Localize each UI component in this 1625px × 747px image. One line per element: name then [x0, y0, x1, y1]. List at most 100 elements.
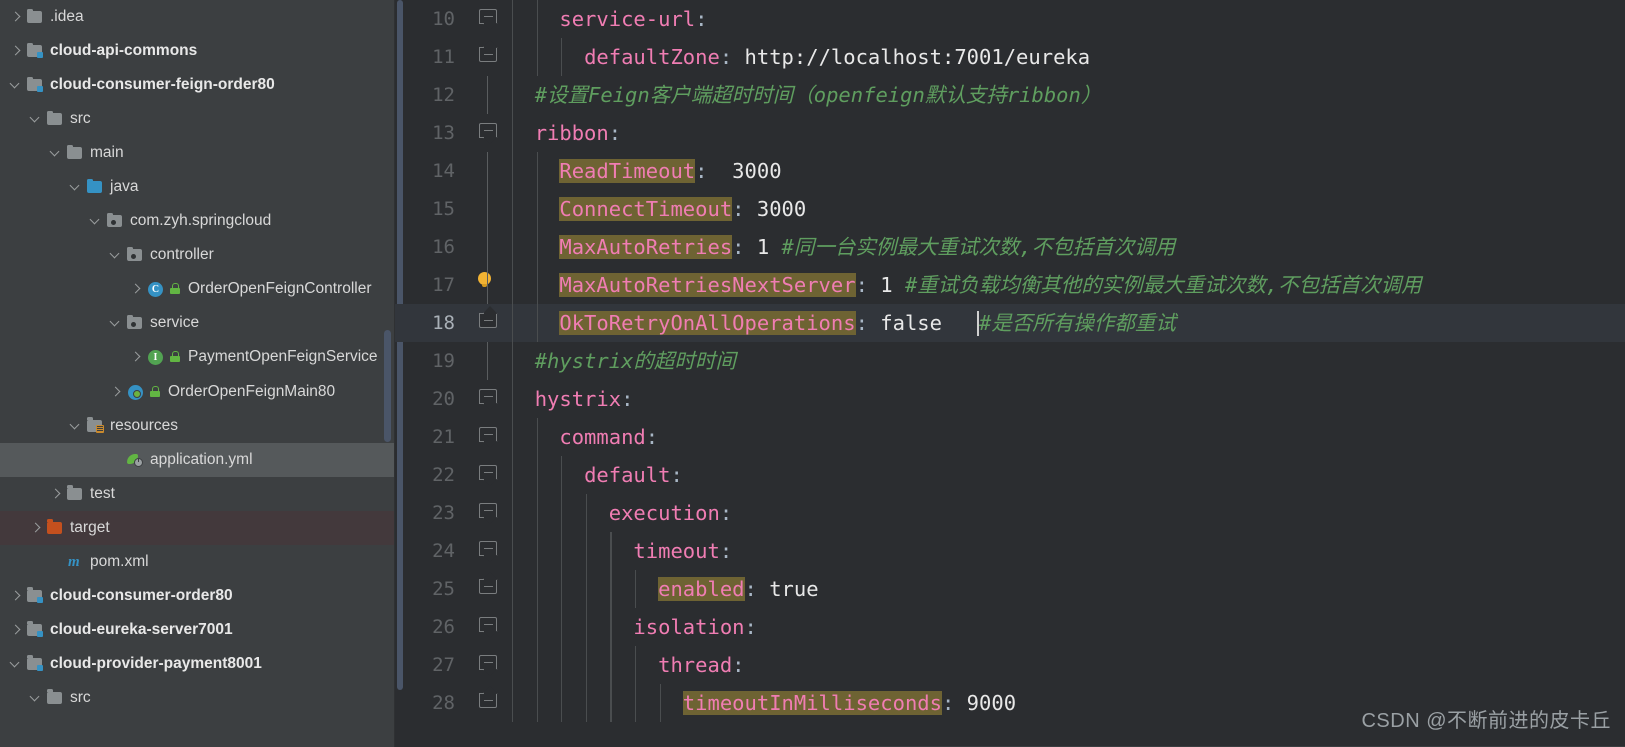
tree-item-main[interactable]: main — [0, 136, 395, 170]
chevron-down-icon[interactable] — [28, 690, 44, 706]
fold-gutter[interactable] — [465, 228, 510, 266]
tree-item-cloud-api-commons[interactable]: cloud-api-commons — [0, 34, 395, 68]
code-line-22[interactable]: 22 default: — [395, 456, 1625, 494]
code-text[interactable]: ReadTimeout: 3000 — [510, 152, 1625, 190]
code-text[interactable]: ConnectTimeout: 3000 — [510, 190, 1625, 228]
intention-bulb-icon[interactable] — [478, 272, 491, 287]
tree-item-paymentopenfeignservice[interactable]: I PaymentOpenFeignService — [0, 340, 395, 374]
fold-gutter[interactable] — [465, 190, 510, 228]
fold-marker-open[interactable] — [479, 389, 497, 404]
fold-marker-end[interactable] — [479, 693, 497, 708]
code-text[interactable]: defaultZone: http://localhost:7001/eurek… — [510, 38, 1625, 76]
fold-marker-open[interactable] — [479, 9, 497, 24]
code-line-17[interactable]: 17 MaxAutoRetriesNextServer: 1 #重试负载均衡其他… — [395, 266, 1625, 304]
chevron-down-icon[interactable] — [8, 656, 24, 672]
editor-area[interactable]: 10 service-url: 11 defaultZone: http://lo… — [395, 0, 1625, 747]
code-text[interactable]: default: — [510, 456, 1625, 494]
code-text[interactable]: #设置Feign客户端超时时间（openfeign默认支持ribbon） — [510, 76, 1625, 114]
chevron-right-icon[interactable] — [28, 520, 44, 536]
fold-gutter[interactable] — [465, 646, 510, 684]
chevron-right-icon[interactable] — [8, 588, 24, 604]
chevron-right-icon[interactable] — [8, 43, 24, 59]
code-text[interactable]: isolation: — [510, 608, 1625, 646]
tree-item-test[interactable]: test — [0, 477, 395, 511]
code-text[interactable]: command: — [510, 418, 1625, 456]
fold-gutter[interactable] — [465, 380, 510, 418]
code-line-21[interactable]: 21 command: — [395, 418, 1625, 456]
fold-marker-open[interactable] — [479, 655, 497, 670]
tree-item-service[interactable]: service — [0, 306, 395, 340]
fold-gutter[interactable] — [465, 266, 510, 304]
code-line-12[interactable]: 12 #设置Feign客户端超时时间（openfeign默认支持ribbon） — [395, 76, 1625, 114]
fold-gutter[interactable] — [465, 304, 510, 342]
tree-item-target[interactable]: target — [0, 510, 395, 545]
chevron-down-icon[interactable] — [28, 111, 44, 127]
fold-marker-end[interactable] — [479, 313, 497, 328]
code-text[interactable]: hystrix: — [510, 380, 1625, 418]
code-text[interactable]: MaxAutoRetriesNextServer: 1 #重试负载均衡其他的实例… — [510, 266, 1625, 304]
code-text[interactable]: OkToRetryOnAllOperations: false #是否所有操作都… — [510, 304, 1625, 342]
code-line-14[interactable]: 14 ReadTimeout: 3000 — [395, 152, 1625, 190]
fold-gutter[interactable] — [465, 608, 510, 646]
tree-item-orderopenfeigncontroller[interactable]: C OrderOpenFeignController — [0, 272, 395, 306]
tree-item-cloud-eureka-server7001[interactable]: cloud-eureka-server7001 — [0, 613, 395, 647]
code-line-10[interactable]: 10 service-url: — [395, 0, 1625, 38]
fold-gutter[interactable] — [465, 570, 510, 608]
chevron-down-icon[interactable] — [68, 179, 84, 195]
fold-gutter[interactable] — [465, 418, 510, 456]
fold-marker-open[interactable] — [479, 541, 497, 556]
fold-gutter[interactable] — [465, 532, 510, 570]
code-line-27[interactable]: 27 thread: — [395, 646, 1625, 684]
code-text[interactable]: enabled: true — [510, 570, 1625, 608]
code-text[interactable]: #hystrix的超时时间 — [510, 342, 1625, 380]
fold-marker-open[interactable] — [479, 617, 497, 632]
chevron-right-icon[interactable] — [108, 384, 124, 400]
chevron-down-icon[interactable] — [8, 77, 24, 93]
project-tree-scrollbar[interactable] — [384, 330, 391, 442]
code-text[interactable]: execution: — [510, 494, 1625, 532]
fold-marker-open[interactable] — [479, 503, 497, 518]
tree-item-orderopenfeignmain80[interactable]: OrderOpenFeignMain80 — [0, 375, 395, 409]
tree-item-controller[interactable]: controller — [0, 238, 395, 272]
code-line-24[interactable]: 24 timeout: — [395, 532, 1625, 570]
fold-marker-open[interactable] — [479, 427, 497, 442]
code-line-16[interactable]: 16 MaxAutoRetries: 1 #同一台实例最大重试次数,不包括首次调… — [395, 228, 1625, 266]
fold-gutter[interactable] — [465, 494, 510, 532]
code-line-19[interactable]: 19 #hystrix的超时时间 — [395, 342, 1625, 380]
chevron-right-icon[interactable] — [128, 281, 144, 297]
tree-item-src[interactable]: src — [0, 681, 395, 715]
chevron-right-icon[interactable] — [128, 349, 144, 365]
fold-gutter[interactable] — [465, 456, 510, 494]
chevron-down-icon[interactable] — [88, 213, 104, 229]
fold-gutter[interactable] — [465, 342, 510, 380]
chevron-right-icon[interactable] — [8, 9, 24, 25]
tree-item-src[interactable]: src — [0, 102, 395, 136]
fold-gutter[interactable] — [465, 38, 510, 76]
code-line-25[interactable]: 25 enabled: true — [395, 570, 1625, 608]
code-text[interactable]: timeout: — [510, 532, 1625, 570]
fold-marker-open[interactable] — [479, 465, 497, 480]
code-line-11[interactable]: 11 defaultZone: http://localhost:7001/eu… — [395, 38, 1625, 76]
tree-item-com-zyh-springcloud[interactable]: com.zyh.springcloud — [0, 204, 395, 238]
code-text[interactable]: MaxAutoRetries: 1 #同一台实例最大重试次数,不包括首次调用 — [510, 228, 1625, 266]
code-text[interactable]: service-url: — [510, 0, 1625, 38]
fold-gutter[interactable] — [465, 114, 510, 152]
tree-item-pom-xml[interactable]: m pom.xml — [0, 545, 395, 579]
tree-item-resources[interactable]: resources — [0, 409, 395, 443]
code-text[interactable]: ribbon: — [510, 114, 1625, 152]
code-line-15[interactable]: 15 ConnectTimeout: 3000 — [395, 190, 1625, 228]
code-line-20[interactable]: 20 hystrix: — [395, 380, 1625, 418]
chevron-right-icon[interactable] — [8, 622, 24, 638]
code-line-23[interactable]: 23 execution: — [395, 494, 1625, 532]
fold-gutter[interactable] — [465, 76, 510, 114]
tree-item-cloud-provider-payment8001[interactable]: cloud-provider-payment8001 — [0, 647, 395, 681]
chevron-down-icon[interactable] — [108, 315, 124, 331]
tree-item-cloud-consumer-feign-order80[interactable]: cloud-consumer-feign-order80 — [0, 68, 395, 102]
chevron-down-icon[interactable] — [48, 145, 64, 161]
code-line-13[interactable]: 13 ribbon: — [395, 114, 1625, 152]
fold-gutter[interactable] — [465, 152, 510, 190]
chevron-down-icon[interactable] — [108, 247, 124, 263]
tree-item-cloud-consumer-order80[interactable]: cloud-consumer-order80 — [0, 579, 395, 613]
fold-marker-end[interactable] — [479, 47, 497, 62]
code-line-26[interactable]: 26 isolation: — [395, 608, 1625, 646]
